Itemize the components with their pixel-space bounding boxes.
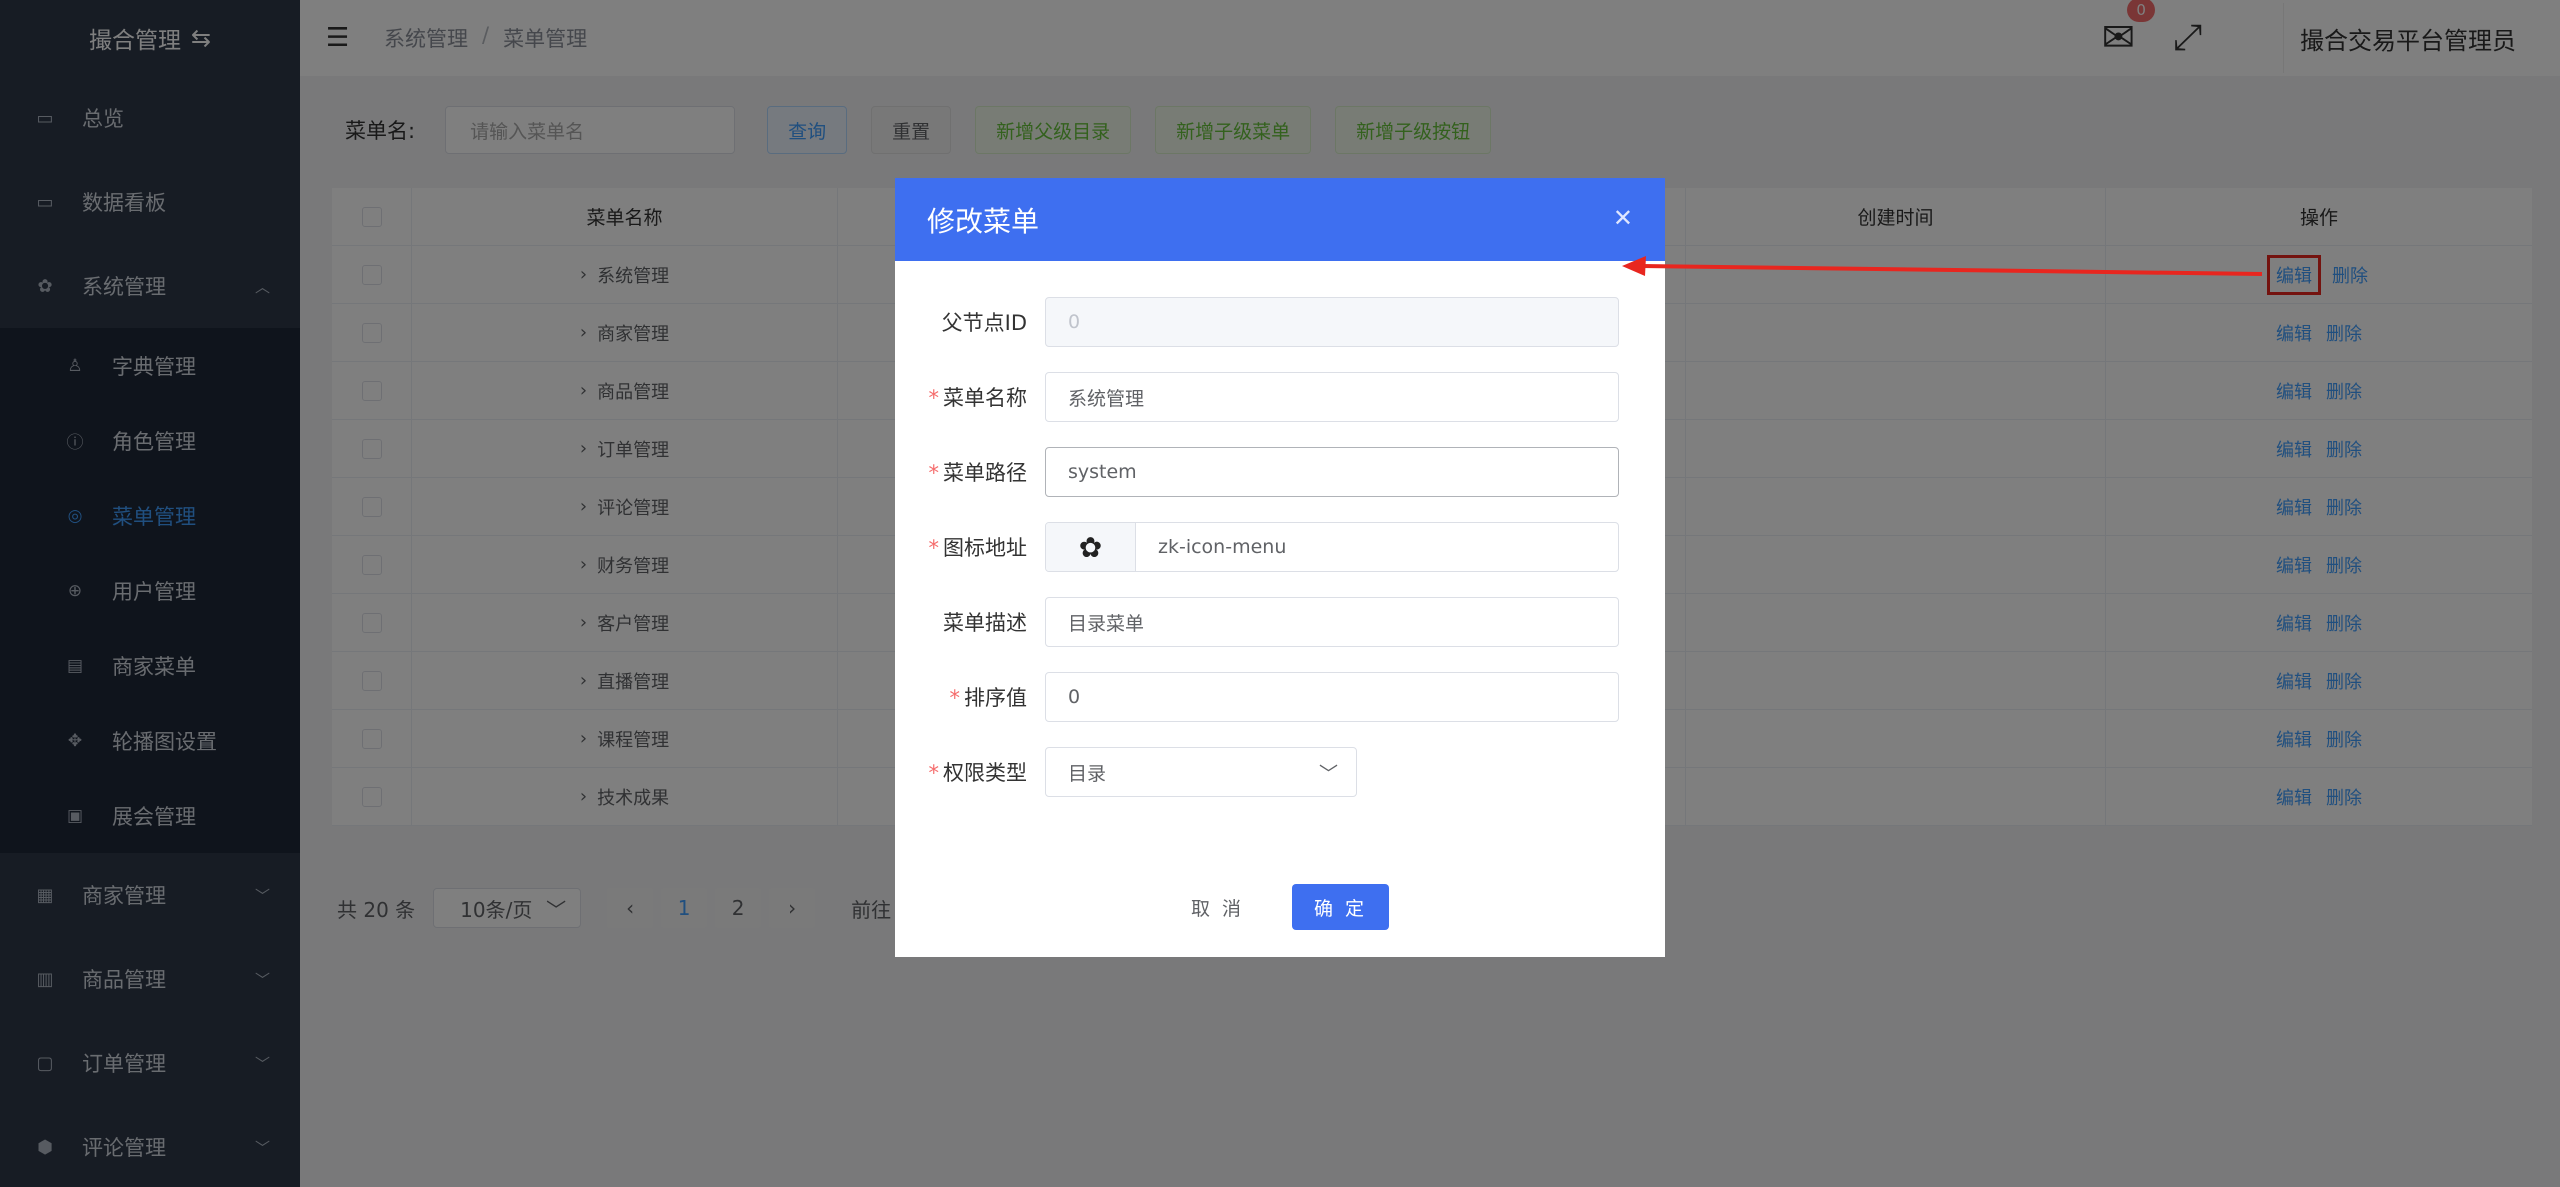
sort-value-label: 排序值 <box>964 686 1027 710</box>
menu-path-label: 菜单路径 <box>943 461 1027 485</box>
menu-desc-field[interactable]: 目录菜单 <box>1045 597 1619 647</box>
form-row-menu-desc: 菜单描述 目录菜单 <box>895 597 1619 647</box>
form-row-sort-value: * 排序值 0 <box>895 672 1619 722</box>
menu-name-field[interactable]: 系统管理 <box>1045 372 1619 422</box>
chevron-down-icon: ﹀ <box>1318 762 1338 785</box>
icon-address-label: 图标地址 <box>943 536 1027 560</box>
menu-path-field[interactable]: system <box>1045 447 1619 497</box>
form-row-menu-path: * 菜单路径 system <box>895 447 1619 497</box>
form-row-parent-id: 父节点ID 0 <box>895 297 1619 347</box>
menu-name-label: 菜单名称 <box>943 386 1027 410</box>
dialog-footer: 取 消 确 定 <box>895 884 1665 930</box>
required-mark: * <box>928 761 940 785</box>
permission-type-label: 权限类型 <box>943 761 1027 785</box>
required-mark: * <box>928 461 940 485</box>
sort-value-field[interactable]: 0 <box>1045 672 1619 722</box>
dialog-title: 修改菜单 <box>927 204 1040 238</box>
form-row-menu-name: * 菜单名称 系统管理 <box>895 372 1619 422</box>
parent-id-label: 父节点ID <box>941 311 1027 335</box>
permission-type-value: 目录 <box>1068 762 1107 785</box>
confirm-button[interactable]: 确 定 <box>1292 884 1390 930</box>
gear-icon[interactable]: ✿ <box>1046 523 1136 571</box>
cancel-button[interactable]: 取 消 <box>1171 884 1264 930</box>
edit-menu-dialog: 修改菜单 ✕ 父节点ID 0 * 菜单名称 系统管理 * 菜单路径 system *… <box>895 178 1665 957</box>
icon-address-value: zk-icon-menu <box>1158 536 1287 558</box>
parent-id-field: 0 <box>1045 297 1619 347</box>
required-mark: * <box>949 686 961 710</box>
close-icon[interactable]: ✕ <box>1613 204 1633 232</box>
form-row-permission-type: * 权限类型 目录 ﹀ <box>895 747 1357 797</box>
required-mark: * <box>928 386 940 410</box>
required-mark: * <box>928 536 940 560</box>
menu-desc-label: 菜单描述 <box>943 611 1027 635</box>
form-row-icon-address: * 图标地址 ✿ zk-icon-menu <box>895 522 1619 572</box>
icon-address-field[interactable]: ✿ zk-icon-menu <box>1045 522 1619 572</box>
dialog-header: 修改菜单 ✕ <box>895 178 1665 261</box>
permission-type-select[interactable]: 目录 ﹀ <box>1045 747 1357 797</box>
